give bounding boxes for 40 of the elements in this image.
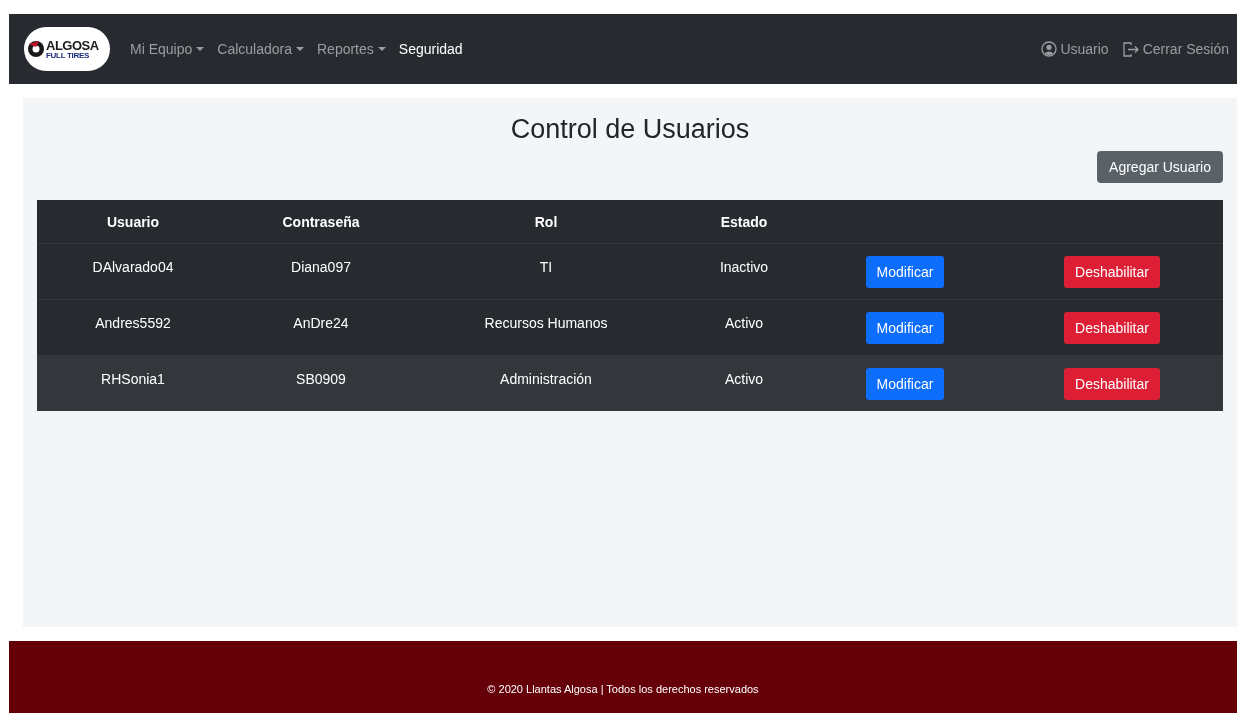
disable-button[interactable]: Deshabilitar <box>1064 367 1160 400</box>
table-cell-text: Recursos Humanos <box>483 314 609 331</box>
edit-button[interactable]: Modificar <box>865 255 945 288</box>
page-title: Control de Usuarios <box>509 114 751 145</box>
table-cell-text: Activo <box>723 370 765 387</box>
table-cell-text: TI <box>538 258 554 275</box>
table-cell-text: Activo <box>723 314 765 331</box>
logo[interactable]: ALGOSA FULL TIRES <box>24 27 110 71</box>
nav-link[interactable]: Seguridad <box>398 41 463 57</box>
table-cell-text: Diana097 <box>290 258 352 275</box>
table-cell-text: Andres5592 <box>94 314 172 331</box>
table-cell-text: Administración <box>499 370 593 387</box>
edit-button[interactable]: Modificar <box>865 367 945 400</box>
nav-link[interactable]: Calculadora <box>217 41 304 57</box>
tire-icon <box>27 40 45 58</box>
logo-title: ALGOSA <box>46 38 99 52</box>
column-header: Usuario <box>105 213 161 230</box>
user-link[interactable]: Usuario <box>1041 41 1109 57</box>
copyright-text: © 2020 Llantas Algosa | Todos los derechos reservados <box>487 683 759 695</box>
disable-button[interactable]: Deshabilitar <box>1064 311 1160 344</box>
disable-button[interactable]: Deshabilitar <box>1064 255 1160 288</box>
column-header: Estado <box>719 213 769 230</box>
caret-icon <box>377 47 386 51</box>
user-icon <box>1041 41 1058 57</box>
table-cell-text: RHSonia1 <box>100 370 166 387</box>
edit-button[interactable]: Modificar <box>865 311 945 344</box>
table-cell-text: Inactivo <box>718 258 770 275</box>
logout-link[interactable]: Cerrar Sesión <box>1122 41 1229 57</box>
column-header: Rol <box>533 213 559 230</box>
table-cell-text: AnDre24 <box>292 314 350 331</box>
caret-icon <box>196 47 205 51</box>
nav-link[interactable]: Mi Equipo <box>130 41 205 57</box>
logo-subtitle: FULL TIRES <box>46 51 91 60</box>
caret-icon <box>296 47 304 51</box>
logout-icon <box>1122 41 1140 57</box>
column-header: Contraseña <box>281 213 361 230</box>
nav-link[interactable]: Reportes <box>317 41 386 57</box>
add-user-button[interactable]: Agregar Usuario <box>1097 151 1223 183</box>
table-cell-text: SB0909 <box>295 370 347 387</box>
table-cell-text: DAlvarado04 <box>91 258 175 275</box>
